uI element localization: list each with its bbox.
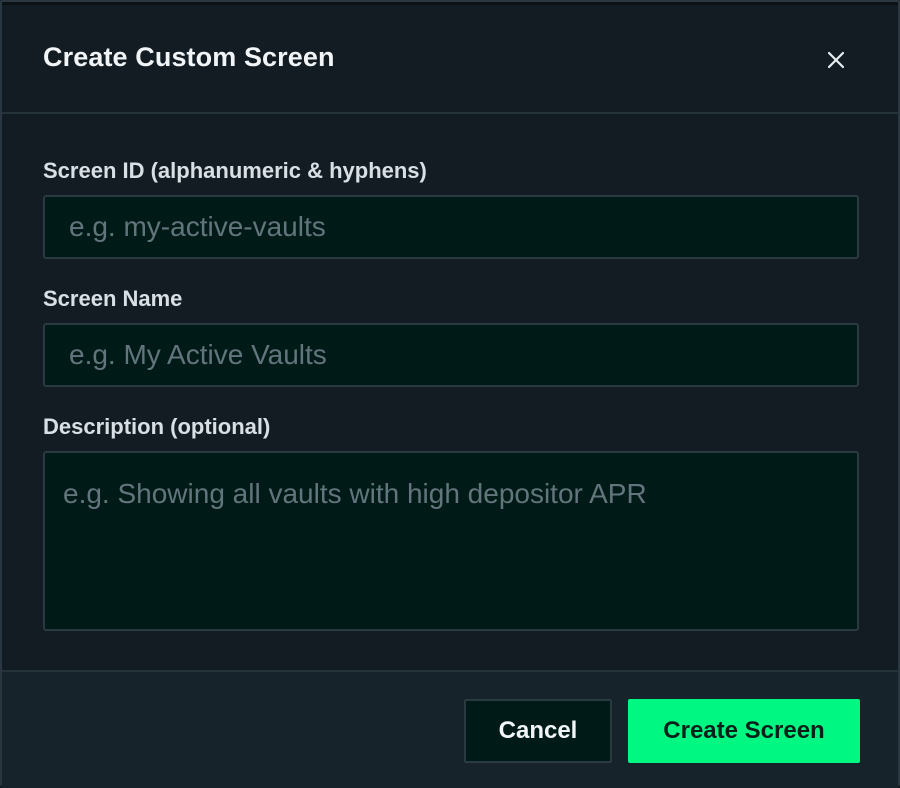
dialog-footer: Cancel Create Screen [2,670,898,788]
create-custom-screen-dialog: Create Custom Screen Screen ID (alphanum… [0,0,900,788]
close-button[interactable] [816,40,856,80]
create-screen-button[interactable]: Create Screen [628,699,860,763]
screen-name-label: Screen Name [43,286,183,311]
screen-name-input[interactable] [43,323,859,387]
description-label: Description (optional) [43,414,271,439]
dialog-title: Create Custom Screen [43,42,335,72]
dialog-body: Screen ID (alphanumeric & hyphens) Scree… [2,114,898,670]
dialog-header: Create Custom Screen [2,2,898,114]
close-icon [826,50,846,70]
cancel-button[interactable]: Cancel [464,699,612,763]
description-textarea[interactable] [43,451,859,631]
screen-id-input[interactable] [43,195,859,259]
screen-id-label: Screen ID (alphanumeric & hyphens) [43,158,427,183]
